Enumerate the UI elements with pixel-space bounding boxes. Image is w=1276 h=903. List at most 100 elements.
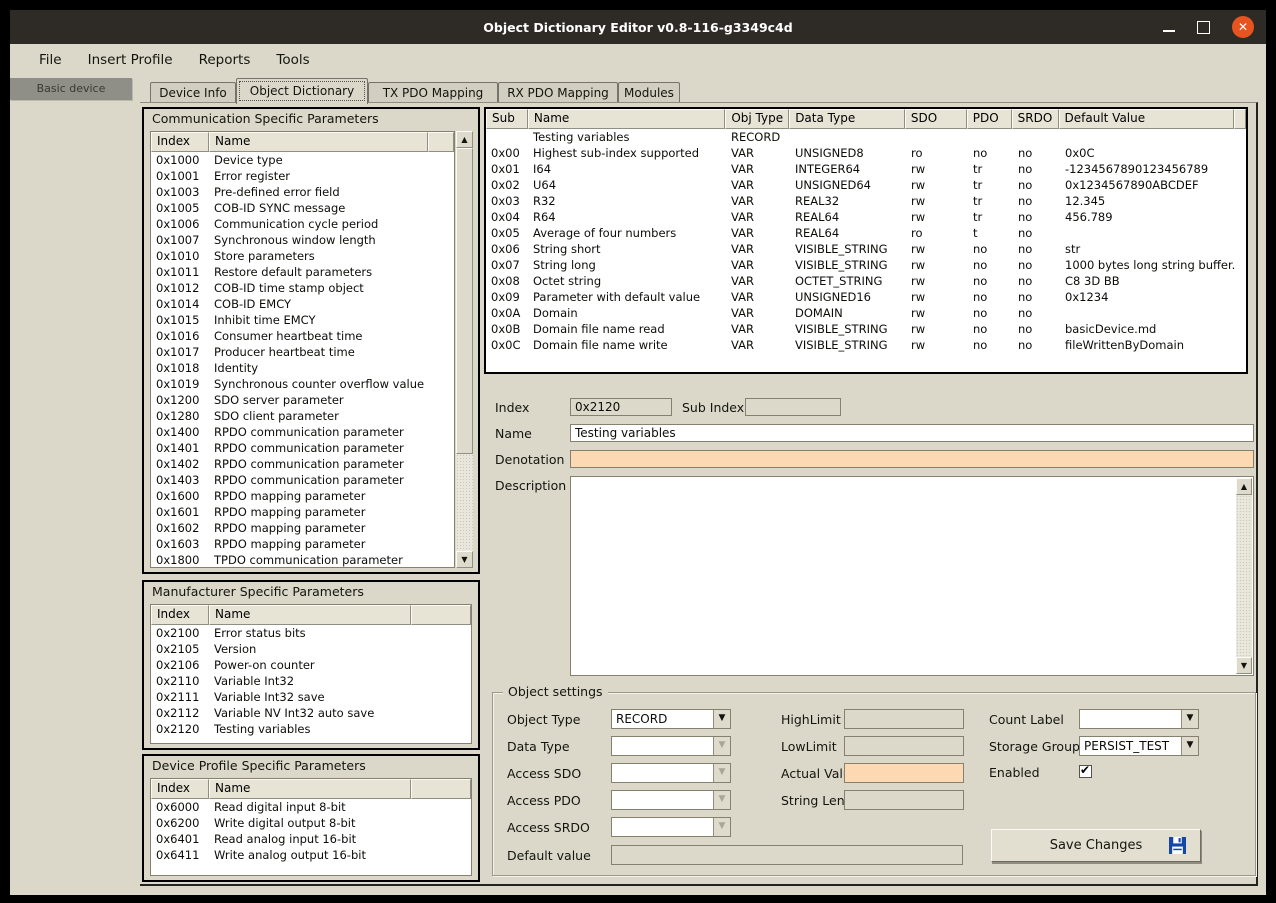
table-row[interactable]: 0x1200SDO server parameter [151, 392, 454, 408]
app-window: Object Dictionary Editor v0.8-116-g3349c… [10, 10, 1266, 895]
table-row[interactable]: 0x1010Store parameters [151, 248, 454, 264]
table-row[interactable]: 0x2111Variable Int32 save [151, 689, 471, 705]
name-label: Name [495, 426, 532, 441]
scroll-up-icon[interactable]: ▲ [456, 131, 473, 148]
access-srdo-combobox[interactable]: ▼ [611, 817, 731, 837]
table-row[interactable]: 0x1403RPDO communication parameter [151, 472, 454, 488]
scroll-down-icon[interactable]: ▼ [1236, 657, 1252, 674]
table-row[interactable]: 0x2112Variable NV Int32 auto save [151, 705, 471, 721]
table-row[interactable]: 0x2106Power-on counter [151, 657, 471, 673]
table-row[interactable]: 0x1014COB-ID EMCY [151, 296, 454, 312]
close-button[interactable]: ✕ [1232, 16, 1254, 38]
menu-tools[interactable]: Tools [263, 47, 322, 73]
table-row[interactable]: 0x1000Device type [151, 152, 454, 168]
table-row[interactable]: 0x2120Testing variables [151, 721, 471, 737]
communication-scrollbar[interactable]: ▲ ▼ [456, 131, 473, 568]
high-limit-field[interactable] [844, 709, 964, 729]
table-row[interactable]: 0x09Parameter with default valueVARUNSIG… [486, 289, 1246, 305]
scrollbar-track[interactable] [1236, 495, 1252, 657]
menu-reports[interactable]: Reports [186, 47, 264, 73]
table-row[interactable]: 0x2110Variable Int32 [151, 673, 471, 689]
table-row[interactable]: 0x1602RPDO mapping parameter [151, 520, 454, 536]
table-row[interactable]: 0x1011Restore default parameters [151, 264, 454, 280]
string-len-min-field[interactable] [844, 790, 964, 810]
menu-insert-profile[interactable]: Insert Profile [75, 47, 186, 73]
table-row[interactable]: 0x1800TPDO communication parameter [151, 552, 454, 568]
count-label-combobox[interactable]: ▼ [1079, 709, 1199, 729]
sidebar-item-basic-device[interactable]: Basic device [10, 78, 132, 100]
table-row[interactable]: 0x6200Write digital output 8-bit [151, 815, 471, 831]
table-row[interactable]: Testing variablesRECORD [486, 129, 1246, 145]
tab-modules[interactable]: Modules [618, 82, 680, 103]
table-row[interactable]: 0x05Average of four numbersVARREAL64rotn… [486, 225, 1246, 241]
tab-tx-pdo-mapping[interactable]: TX PDO Mapping [368, 82, 498, 103]
scrollbar-thumb[interactable] [456, 148, 473, 454]
actual-value-field[interactable] [844, 763, 964, 783]
description-textarea[interactable]: ▲ ▼ [570, 476, 1254, 676]
scrollbar-track[interactable] [456, 454, 473, 551]
tab-rx-pdo-mapping[interactable]: RX PDO Mapping [498, 82, 618, 103]
access-sdo-label: Access SDO [507, 766, 581, 781]
table-row[interactable]: 0x1015Inhibit time EMCY [151, 312, 454, 328]
table-row[interactable]: 0x1006Communication cycle period [151, 216, 454, 232]
table-row[interactable]: 0x03R32VARREAL32rwtrno12.345 [486, 193, 1246, 209]
table-row[interactable]: 0x06String shortVARVISIBLE_STRINGrwnonos… [486, 241, 1246, 257]
scroll-up-icon[interactable]: ▲ [1236, 478, 1252, 495]
table-row[interactable]: 0x6411Write analog output 16-bit [151, 847, 471, 863]
table-row[interactable]: 0x1017Producer heartbeat time [151, 344, 454, 360]
table-row[interactable]: 0x1003Pre-defined error field [151, 184, 454, 200]
object-type-combobox[interactable]: RECORD ▼ [611, 709, 731, 729]
tab-object-dictionary[interactable]: Object Dictionary [236, 78, 368, 104]
name-field[interactable] [570, 424, 1254, 442]
object-type-label: Object Type [507, 712, 580, 727]
table-row[interactable]: 0x01I64VARINTEGER64rwtrno-12345678901234… [486, 161, 1246, 177]
save-changes-button[interactable]: Save Changes [991, 829, 1201, 862]
menu-file[interactable]: File [26, 47, 75, 73]
low-limit-field[interactable] [844, 736, 964, 756]
maximize-button[interactable] [1197, 21, 1210, 34]
table-row[interactable]: 0x1401RPDO communication parameter [151, 440, 454, 456]
table-row[interactable]: 0x1600RPDO mapping parameter [151, 488, 454, 504]
column-header: Sub [486, 109, 528, 129]
sub-index-field[interactable] [745, 398, 841, 416]
table-row[interactable]: 0x02U64VARUNSIGNED64rwtrno0x1234567890AB… [486, 177, 1246, 193]
scroll-down-icon[interactable]: ▼ [456, 551, 473, 568]
table-row[interactable]: 0x2105Version [151, 641, 471, 657]
enabled-checkbox[interactable] [1079, 765, 1092, 778]
table-row[interactable]: 0x0CDomain file name writeVARVISIBLE_STR… [486, 337, 1246, 353]
table-row[interactable]: 0x1603RPDO mapping parameter [151, 536, 454, 552]
table-row[interactable]: 0x1001Error register [151, 168, 454, 184]
table-row[interactable]: 0x2100Error status bits [151, 625, 471, 641]
table-row[interactable]: 0x0ADomainVARDOMAINrwnono [486, 305, 1246, 321]
object-settings-group: Object settings Object Type RECORD ▼ Dat… [492, 692, 1256, 876]
access-sdo-combobox[interactable]: ▼ [611, 763, 731, 783]
index-field[interactable] [570, 398, 672, 416]
table-row[interactable]: 0x1018Identity [151, 360, 454, 376]
description-scrollbar[interactable]: ▲ ▼ [1236, 478, 1252, 674]
table-row[interactable]: 0x1400RPDO communication parameter [151, 424, 454, 440]
table-row[interactable]: 0x6401Read analog input 16-bit [151, 831, 471, 847]
access-pdo-combobox[interactable]: ▼ [611, 790, 731, 810]
minimize-button[interactable] [1163, 30, 1175, 32]
communication-params-table: IndexName 0x1000Device type0x1001Error r… [150, 131, 455, 568]
table-row[interactable]: 0x1019Synchronous counter overflow value [151, 376, 454, 392]
table-row[interactable]: 0x1016Consumer heartbeat time [151, 328, 454, 344]
data-type-combobox[interactable]: ▼ [611, 736, 731, 756]
table-row[interactable]: 0x04R64VARREAL64rwtrno456.789 [486, 209, 1246, 225]
table-row[interactable]: 0x0BDomain file name readVARVISIBLE_STRI… [486, 321, 1246, 337]
table-row[interactable]: 0x00Highest sub-index supportedVARUNSIGN… [486, 145, 1246, 161]
table-row[interactable]: 0x1601RPDO mapping parameter [151, 504, 454, 520]
window-controls: ✕ [1163, 10, 1254, 44]
denotation-field[interactable] [570, 450, 1254, 468]
default-value-field[interactable] [611, 845, 963, 865]
table-row[interactable]: 0x07String longVARVISIBLE_STRINGrwnono10… [486, 257, 1246, 273]
table-row[interactable]: 0x6000Read digital input 8-bit [151, 799, 471, 815]
table-row[interactable]: 0x1280SDO client parameter [151, 408, 454, 424]
storage-group-combobox[interactable]: PERSIST_TEST ▼ [1079, 736, 1199, 756]
table-row[interactable]: 0x1012COB-ID time stamp object [151, 280, 454, 296]
tab-device-info[interactable]: Device Info [150, 82, 236, 103]
table-row[interactable]: 0x1402RPDO communication parameter [151, 456, 454, 472]
table-row[interactable]: 0x1007Synchronous window length [151, 232, 454, 248]
table-row[interactable]: 0x1005COB-ID SYNC message [151, 200, 454, 216]
table-row[interactable]: 0x08Octet stringVAROCTET_STRINGrwnonoC8 … [486, 273, 1246, 289]
